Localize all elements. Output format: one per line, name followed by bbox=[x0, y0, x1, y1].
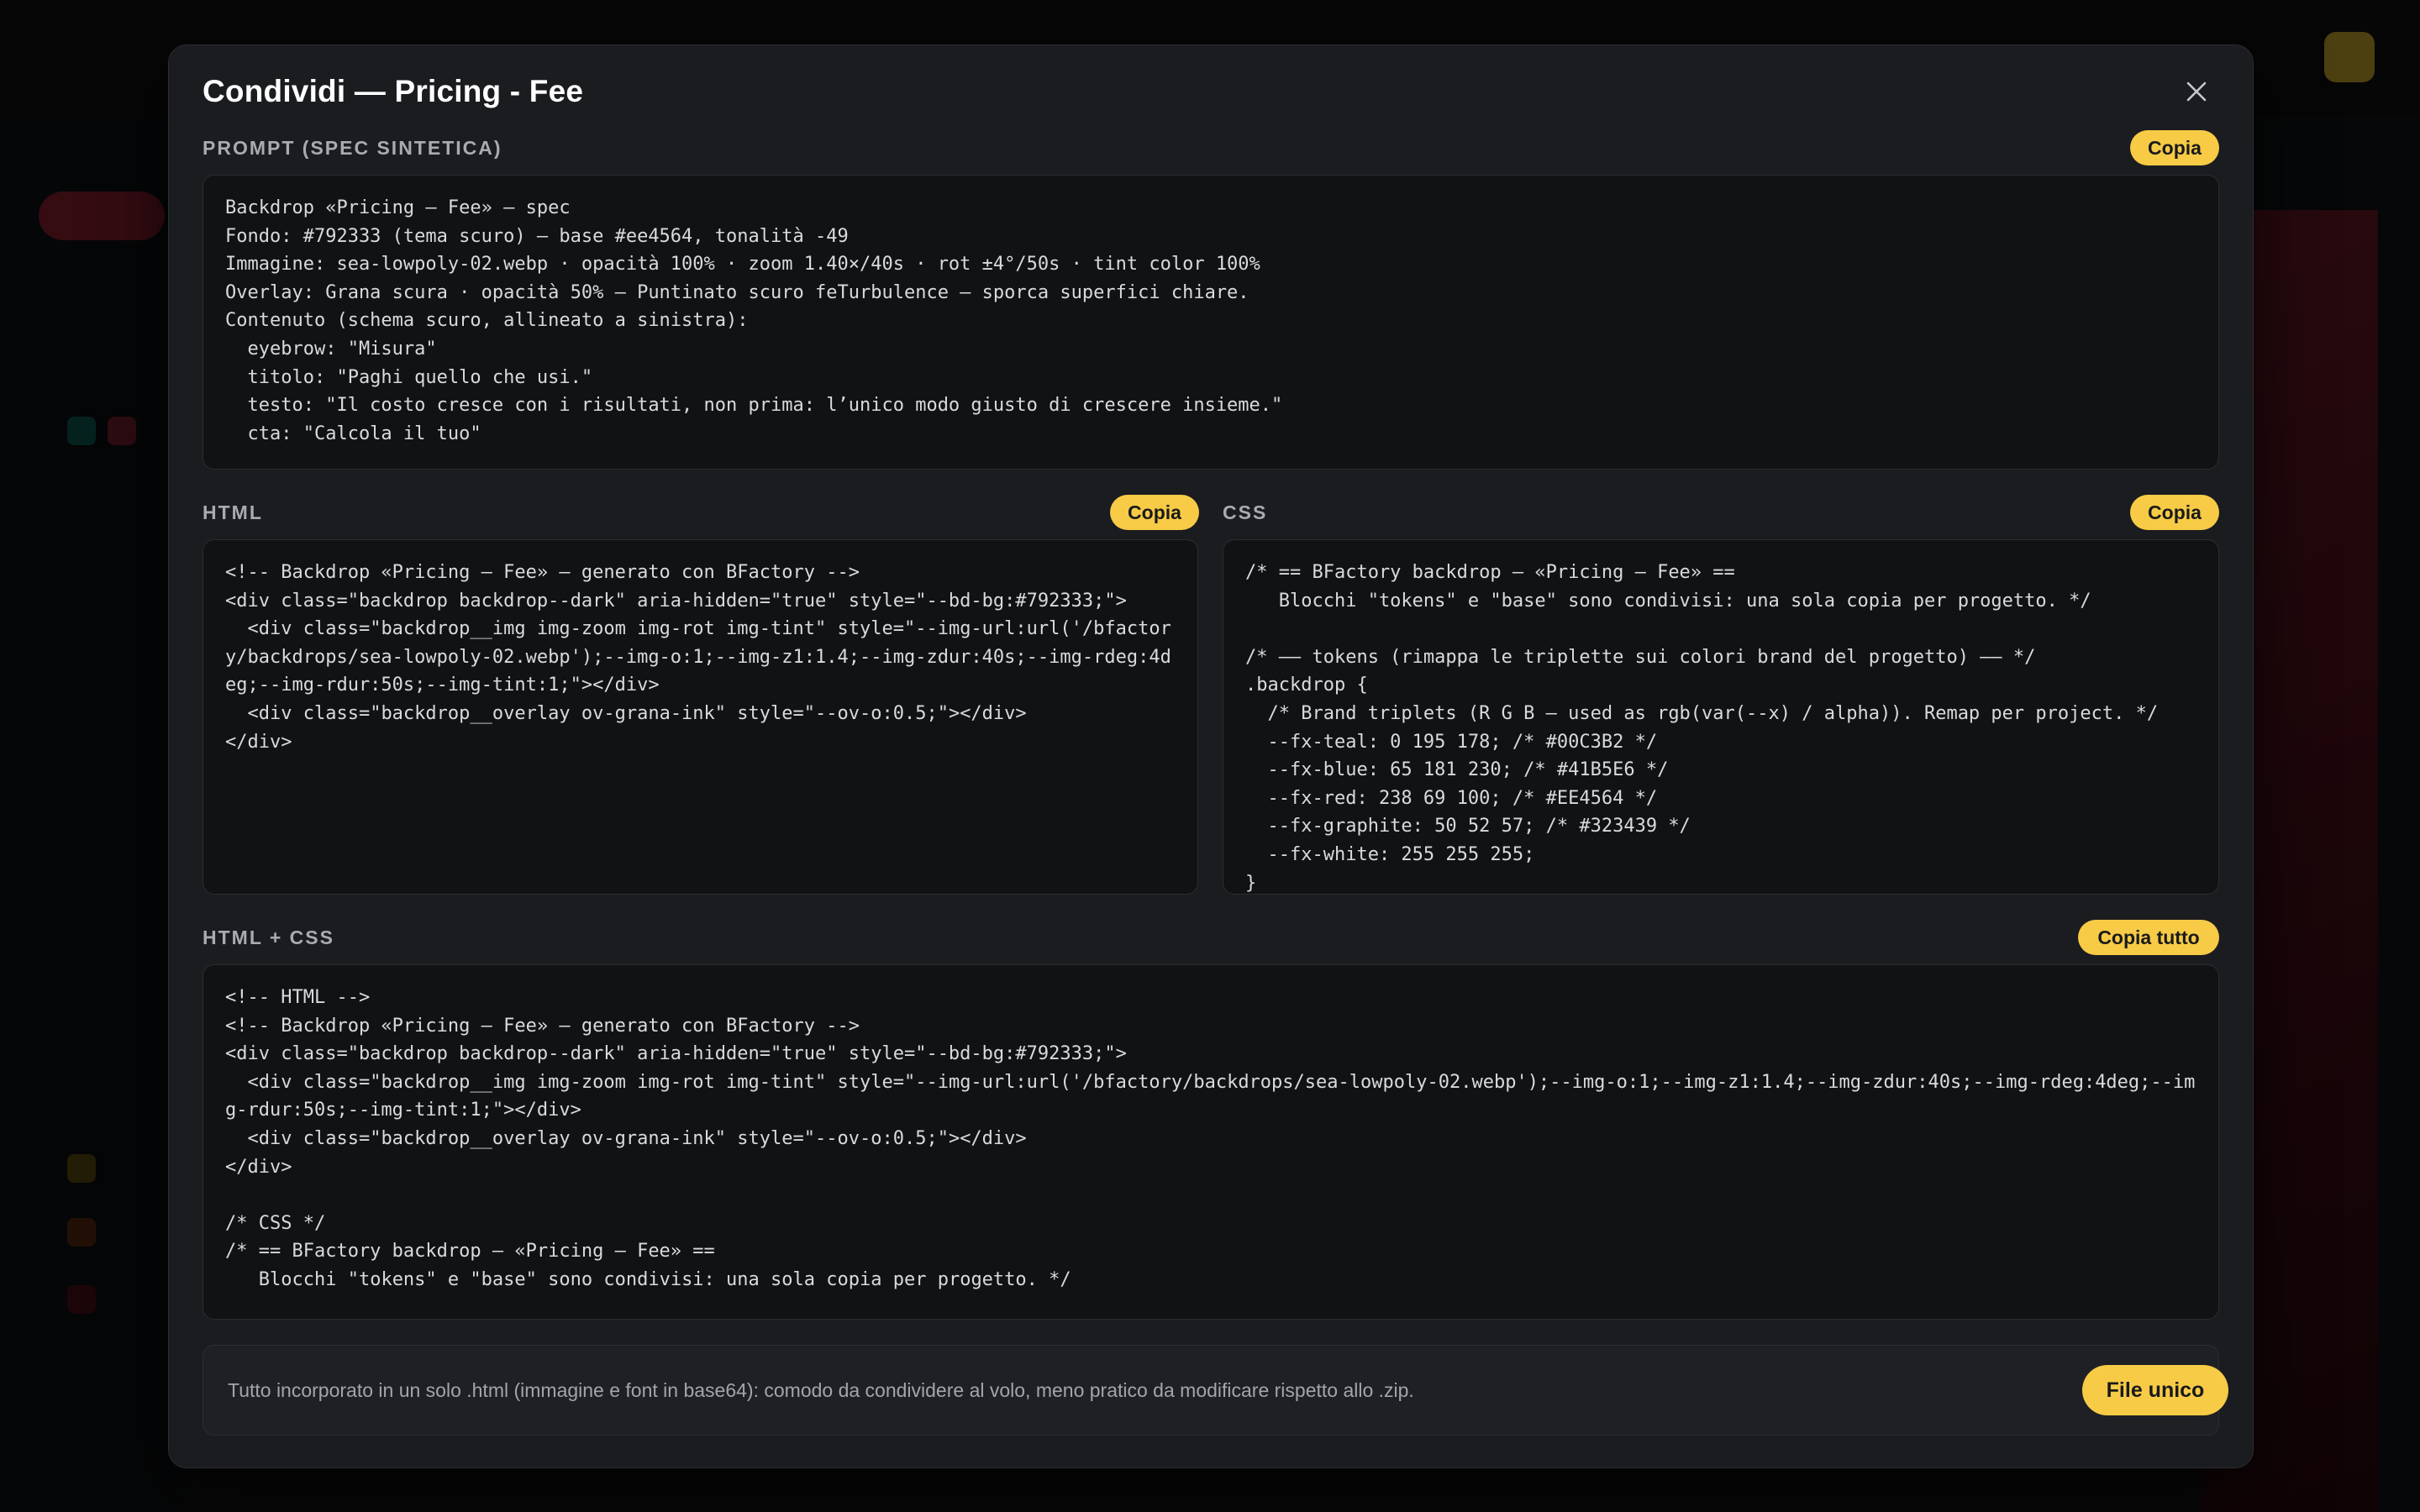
dialog-title: Condividi — Pricing - Fee bbox=[203, 74, 584, 108]
combined-section-label: HTML + CSS bbox=[203, 927, 334, 948]
prompt-code-box[interactable]: Backdrop «Pricing – Fee» — spec Fondo: #… bbox=[203, 175, 2219, 470]
copy-prompt-button[interactable]: Copia bbox=[2130, 130, 2219, 165]
single-file-button[interactable]: File unico bbox=[2082, 1365, 2228, 1415]
css-code: /* == BFactory backdrop — «Pricing – Fee… bbox=[1245, 562, 2159, 894]
copy-css-button[interactable]: Copia bbox=[2130, 495, 2219, 530]
html-code-box[interactable]: <!-- Backdrop «Pricing – Fee» — generato… bbox=[203, 539, 1198, 895]
close-button[interactable] bbox=[2175, 71, 2217, 113]
prompt-code: Backdrop «Pricing – Fee» — spec Fondo: #… bbox=[225, 197, 1283, 444]
copy-html-button[interactable]: Copia bbox=[1110, 495, 1199, 530]
share-dialog: Condividi — Pricing - Fee PROMPT (SPEC S… bbox=[168, 45, 2254, 1468]
css-section-label: CSS bbox=[1223, 501, 1268, 523]
html-code: <!-- Backdrop «Pricing – Fee» — generato… bbox=[225, 562, 1171, 753]
combined-code-box[interactable]: <!-- HTML --> <!-- Backdrop «Pricing – F… bbox=[203, 964, 2219, 1320]
single-file-panel: Tutto incorporato in un solo .html (imma… bbox=[203, 1345, 2228, 1436]
combined-code: <!-- HTML --> <!-- Backdrop «Pricing – F… bbox=[225, 987, 2196, 1290]
css-code-box[interactable]: /* == BFactory backdrop — «Pricing – Fee… bbox=[1223, 539, 2219, 895]
copy-all-button[interactable]: Copia tutto bbox=[2078, 920, 2219, 955]
close-icon bbox=[2186, 81, 2207, 102]
html-section-label: HTML bbox=[203, 501, 263, 523]
prompt-section-label: PROMPT (SPEC SINTETICA) bbox=[203, 137, 502, 159]
single-file-description: Tutto incorporato in un solo .html (imma… bbox=[228, 1379, 1414, 1401]
